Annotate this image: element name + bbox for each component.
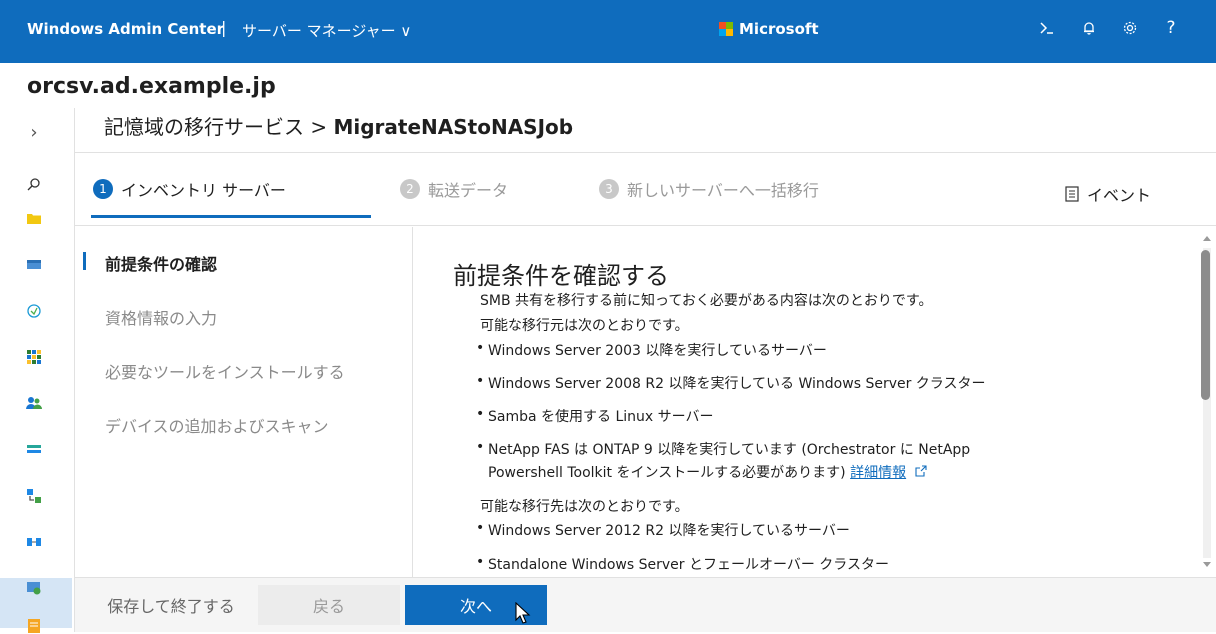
list-item: Samba を使用する Linux サーバー (476, 406, 713, 426)
mouse-cursor-icon (515, 602, 531, 624)
back-button[interactable]: 戻る (258, 585, 400, 625)
search-icon[interactable] (26, 176, 42, 192)
active-step-underline (91, 215, 371, 218)
expand-chevron-icon[interactable]: › (26, 122, 42, 143)
external-link-icon (915, 465, 927, 477)
scroll-up-arrow-icon (1203, 236, 1211, 241)
users-icon[interactable] (26, 395, 42, 411)
targets-label: 可能な移行先は次のとおりです。 (480, 499, 689, 515)
apps-icon[interactable] (26, 349, 42, 365)
gear-icon[interactable] (1116, 14, 1144, 42)
intro-text: SMB 共有を移行する前に知っておく必要がある内容は次のとおりです。 (480, 293, 933, 309)
content-scrollbar[interactable] (1199, 228, 1216, 578)
substep-add-devices[interactable]: デバイスの追加およびスキャン (105, 413, 329, 437)
list-item: Windows Server 2003 以降を実行しているサーバー (476, 340, 827, 360)
wizard-footer: 保存して終了する 戻る 次へ (75, 577, 1216, 632)
breadcrumb-separator: > (310, 115, 328, 139)
substep-prerequisites[interactable]: 前提条件の確認 (105, 251, 217, 275)
breadcrumb-service[interactable]: 記憶域の移行サービス (104, 115, 304, 139)
step-number: 3 (599, 179, 619, 199)
netapp-line2: Powershell Toolkit をインストールする必要があります) (488, 465, 846, 481)
active-substep-indicator (83, 252, 86, 270)
step-inventory[interactable]: 1 インベントリ サーバー (93, 177, 286, 201)
breadcrumb-job: MigrateNAStoNASJob (333, 115, 574, 139)
server-manager-dropdown[interactable]: サーバー マネージャー ∨ (242, 20, 411, 41)
wizard-steps: 1 インベントリ サーバー 2 転送データ 3 新しいサーバーへ一括移行 イベン… (75, 152, 1216, 226)
folder-icon[interactable] (26, 210, 42, 226)
step-label: 転送データ (428, 181, 509, 200)
update-icon[interactable] (26, 580, 42, 596)
step-number: 2 (400, 179, 420, 199)
microsoft-label: Microsoft (739, 20, 819, 38)
bell-icon[interactable] (1075, 14, 1103, 42)
storage-icon[interactable] (26, 256, 42, 272)
page-title: orcsv.ad.example.jp (27, 74, 276, 99)
scroll-down-arrow-icon (1203, 562, 1211, 567)
brand-separator: | (221, 18, 227, 37)
document-list-icon (1065, 186, 1079, 202)
app-brand[interactable]: Windows Admin Center (27, 20, 224, 38)
events-label: イベント (1087, 186, 1152, 205)
content-panel: 前提条件を確認する SMB 共有を移行する前に知っておく必要がある内容は次のとお… (414, 227, 1198, 577)
microsoft-windows-icon (719, 22, 733, 36)
step-cutover[interactable]: 3 新しいサーバーへ一括移行 (599, 177, 819, 201)
netapp-continuation: Powershell Toolkit をインストールする必要があります) 詳細情… (488, 462, 927, 482)
breadcrumb: 記憶域の移行サービス > MigrateNAStoNASJob (104, 111, 573, 140)
storage-migration-icon[interactable] (26, 488, 42, 504)
substep-install-tools[interactable]: 必要なツールをインストールする (105, 359, 345, 383)
network-icon[interactable] (26, 303, 42, 319)
list-item: Standalone Windows Server とフェールオーバー クラスタ… (476, 554, 889, 574)
substep-credentials[interactable]: 資格情報の入力 (105, 305, 217, 329)
list-item: Windows Server 2008 R2 以降を実行している Windows… (476, 373, 986, 393)
top-bar: Windows Admin Center | サーバー マネージャー ∨ Mic… (0, 0, 1216, 63)
events-button[interactable]: イベント (1065, 182, 1151, 206)
sources-label: 可能な移行元は次のとおりです。 (480, 318, 689, 334)
more-info-link[interactable]: 詳細情報 (850, 465, 906, 481)
step-label: 新しいサーバーへ一括移行 (627, 181, 819, 200)
step-label: インベントリ サーバー (121, 181, 286, 200)
scroll-thumb[interactable] (1201, 250, 1210, 400)
microsoft-logo: Microsoft (719, 20, 819, 38)
list-item: NetApp FAS は ONTAP 9 以降を実行しています (Orchest… (476, 439, 970, 459)
content-heading: 前提条件を確認する (453, 262, 669, 290)
terminal-icon[interactable] (1033, 14, 1061, 42)
help-icon[interactable]: ? (1157, 14, 1185, 42)
registry-icon[interactable] (26, 442, 42, 458)
substep-nav: 前提条件の確認 資格情報の入力 必要なツールをインストールする デバイスの追加お… (75, 227, 413, 577)
step-transfer[interactable]: 2 転送データ (400, 177, 508, 201)
save-and-exit-button[interactable]: 保存して終了する (96, 585, 246, 625)
replica-icon[interactable] (26, 534, 42, 550)
tool-sidebar: › (0, 108, 75, 633)
step-number: 1 (93, 179, 113, 199)
list-item: Windows Server 2012 R2 以降を実行しているサーバー (476, 520, 850, 540)
